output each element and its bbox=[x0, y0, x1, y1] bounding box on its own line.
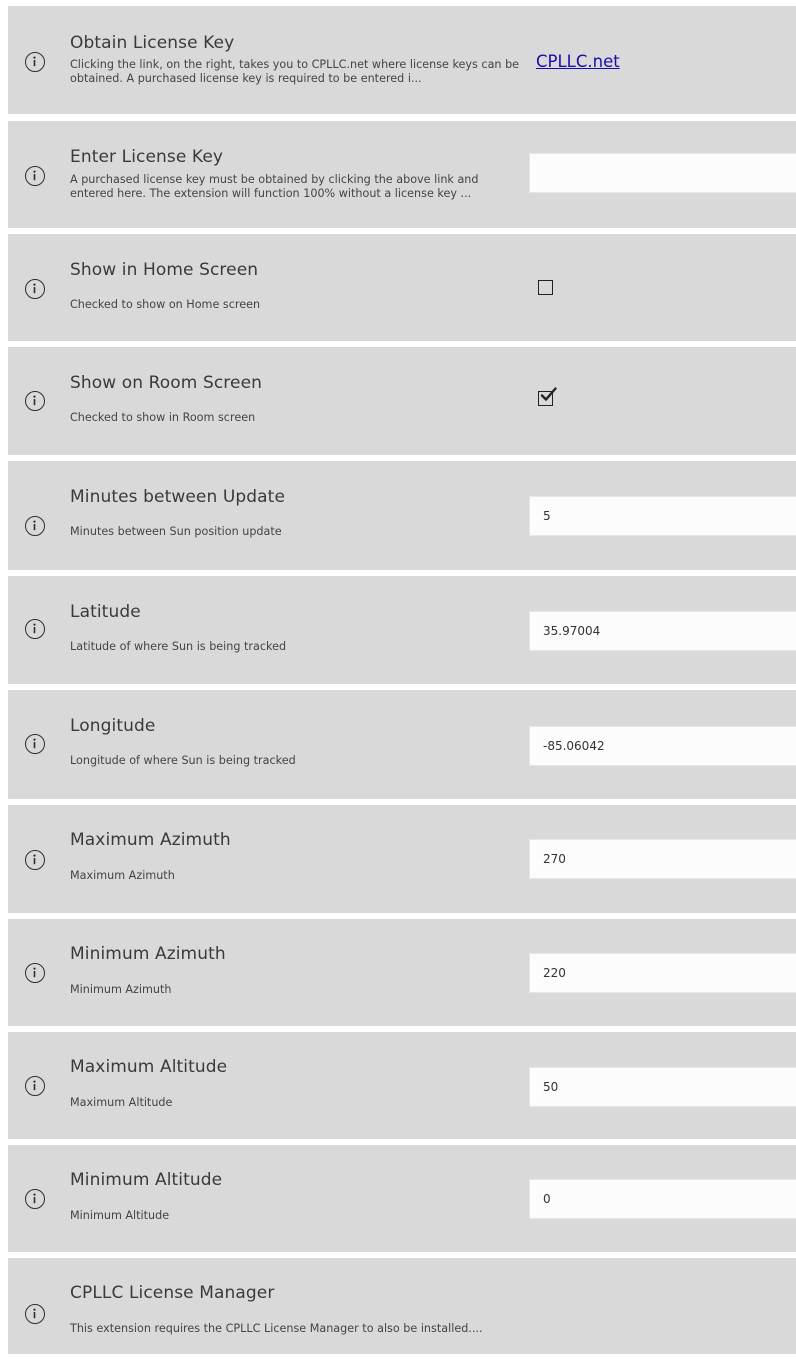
setting-row-maximum-altitude: Maximum Altitude Maximum Altitude bbox=[8, 1032, 796, 1139]
minutes-between-update-input[interactable] bbox=[529, 496, 796, 536]
info-icon[interactable] bbox=[25, 619, 45, 639]
setting-description: Minimum Altitude bbox=[70, 1209, 170, 1222]
setting-description: Clicking the link, on the right, takes y… bbox=[70, 58, 520, 85]
setting-description: Checked to show in Room screen bbox=[70, 411, 256, 424]
info-icon[interactable] bbox=[25, 963, 45, 983]
setting-description: Minimum Azimuth bbox=[70, 983, 172, 996]
info-icon[interactable] bbox=[25, 1189, 45, 1209]
info-icon[interactable] bbox=[25, 1304, 45, 1324]
setting-row-minutes-between-update: Minutes between Update Minutes between Su… bbox=[8, 461, 796, 570]
setting-description: This extension requires the CPLLC Licens… bbox=[70, 1322, 483, 1335]
setting-title: Minimum Altitude bbox=[70, 1170, 223, 1190]
setting-title: Minutes between Update bbox=[70, 487, 286, 507]
setting-title: Enter License Key bbox=[70, 147, 224, 167]
info-icon[interactable] bbox=[25, 1076, 45, 1096]
setting-description: Latitude of where Sun is being tracked bbox=[70, 640, 287, 653]
settings-list: Obtain License Key Clicking the link, on … bbox=[0, 0, 796, 1361]
setting-title: Latitude bbox=[70, 602, 141, 622]
setting-row-show-on-room-screen: Show on Room Screen Checked to show in Ro… bbox=[8, 347, 796, 455]
setting-description: Maximum Altitude bbox=[70, 1096, 173, 1109]
info-icon[interactable] bbox=[25, 279, 45, 299]
setting-row-latitude: Latitude Latitude of where Sun is being t… bbox=[8, 576, 796, 684]
setting-description: Minutes between Sun position update bbox=[70, 525, 282, 538]
setting-row-cpllc-license-manager: CPLLC License Manager This extension requ… bbox=[8, 1258, 796, 1354]
info-icon[interactable] bbox=[25, 52, 45, 72]
show-in-home-screen-checkbox[interactable] bbox=[538, 280, 553, 295]
setting-title: Show in Home Screen bbox=[70, 260, 259, 280]
setting-row-minimum-altitude: Minimum Altitude Minimum Altitude bbox=[8, 1145, 796, 1252]
setting-row-longitude: Longitude Longitude of where Sun is being… bbox=[8, 690, 796, 799]
setting-description: Checked to show on Home screen bbox=[70, 298, 261, 311]
latitude-input[interactable] bbox=[529, 611, 796, 651]
setting-title: Obtain License Key bbox=[70, 33, 235, 53]
setting-description: Maximum Azimuth bbox=[70, 869, 175, 882]
setting-description: Longitude of where Sun is being tracked bbox=[70, 754, 296, 767]
setting-row-show-in-home-screen: Show in Home Screen Checked to show on Ho… bbox=[8, 234, 796, 341]
maximum-altitude-input[interactable] bbox=[529, 1067, 796, 1107]
show-on-room-screen-checkbox[interactable] bbox=[538, 387, 557, 406]
enter-license-key-input[interactable] bbox=[529, 153, 796, 193]
setting-description: A purchased license key must be obtained… bbox=[70, 173, 479, 200]
cpllc-link[interactable]: CPLLC.net bbox=[536, 52, 620, 71]
checkmark-icon bbox=[540, 387, 557, 401]
setting-title: Minimum Azimuth bbox=[70, 944, 226, 964]
info-icon[interactable] bbox=[25, 391, 45, 411]
longitude-input[interactable] bbox=[529, 726, 796, 766]
setting-title: Show on Room Screen bbox=[70, 373, 263, 393]
info-icon[interactable] bbox=[25, 516, 45, 536]
maximum-azimuth-input[interactable] bbox=[529, 839, 796, 879]
setting-title: Maximum Altitude bbox=[70, 1057, 228, 1077]
setting-title: Longitude bbox=[70, 716, 156, 736]
setting-row-maximum-azimuth: Maximum Azimuth Maximum Azimuth bbox=[8, 805, 796, 913]
setting-row-minimum-azimuth: Minimum Azimuth Minimum Azimuth bbox=[8, 919, 796, 1026]
minimum-azimuth-input[interactable] bbox=[529, 953, 796, 993]
setting-title: CPLLC License Manager bbox=[70, 1283, 275, 1303]
info-icon[interactable] bbox=[25, 734, 45, 754]
info-icon[interactable] bbox=[25, 850, 45, 870]
setting-row-obtain-license-key: Obtain License Key Clicking the link, on … bbox=[8, 6, 796, 114]
setting-title: Maximum Azimuth bbox=[70, 830, 231, 850]
info-icon[interactable] bbox=[25, 166, 45, 186]
minimum-altitude-input[interactable] bbox=[529, 1179, 796, 1219]
setting-row-enter-license-key: Enter License Key A purchased license key… bbox=[8, 121, 796, 228]
